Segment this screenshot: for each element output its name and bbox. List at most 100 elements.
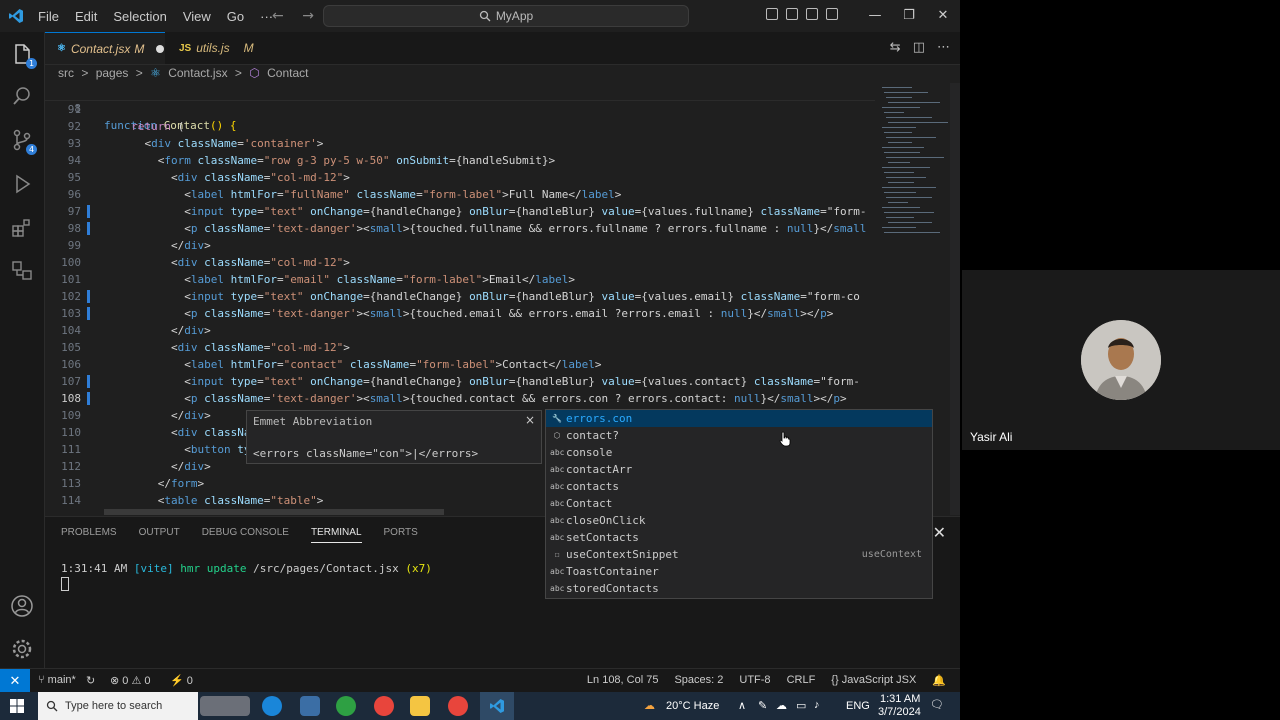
vscode-taskbar-icon[interactable]: [480, 692, 514, 720]
menu-go[interactable]: Go: [219, 9, 252, 24]
code-line[interactable]: 105 <div className="col-md-12">: [45, 339, 875, 356]
tab-ports[interactable]: PORTS: [384, 527, 418, 543]
encoding[interactable]: UTF-8: [739, 674, 770, 687]
suggestion-item[interactable]: ⬡ contact?: [546, 427, 932, 444]
code-line[interactable]: 95 <div className="col-md-12">: [45, 169, 875, 186]
more-actions-icon[interactable]: ⋯: [937, 40, 950, 55]
code-line[interactable]: 102 <input type="text" onChange={handleC…: [45, 288, 875, 305]
code-line[interactable]: 107 <input type="text" onChange={handleC…: [45, 373, 875, 390]
settings-gear-icon[interactable]: [10, 637, 34, 661]
suggestion-item[interactable]: abc storedContacts: [546, 580, 932, 597]
run-debug-icon[interactable]: [10, 172, 34, 196]
horizontal-scrollbar[interactable]: [104, 509, 444, 515]
search-icon[interactable]: [10, 84, 34, 108]
suggestion-item[interactable]: abc contactArr: [546, 461, 932, 478]
close-window-button[interactable]: ✕: [926, 0, 960, 32]
problems-indicator[interactable]: ⊗ 0 ⚠ 0: [110, 674, 150, 687]
indentation[interactable]: Spaces: 2: [674, 674, 723, 687]
tab-terminal[interactable]: TERMINAL: [310, 527, 362, 543]
notifications-bell-icon[interactable]: 🔔: [932, 674, 946, 687]
code-line[interactable]: 98 <p className='text-danger'><small>{to…: [45, 220, 875, 237]
split-editor-icon[interactable]: ◫: [913, 40, 925, 55]
breadcrumb-pages[interactable]: pages: [96, 66, 129, 80]
back-arrow-icon[interactable]: ←: [272, 8, 284, 24]
cursor-position[interactable]: Ln 108, Col 75: [587, 674, 659, 687]
clock-date[interactable]: 3/7/2024: [878, 706, 921, 718]
remote-indicator-icon[interactable]: ✕: [0, 669, 30, 692]
code-line[interactable]: 92 return (: [45, 118, 875, 135]
explorer-icon[interactable]: 1: [10, 42, 37, 69]
ports-indicator[interactable]: ⚡ 0: [170, 674, 193, 687]
command-center-search[interactable]: MyApp: [323, 5, 689, 27]
volume-icon[interactable]: ♪: [814, 699, 820, 711]
edge-browser-icon[interactable]: [262, 696, 282, 716]
code-line[interactable]: 108 <p className='text-danger'><small>{t…: [45, 390, 875, 407]
suggestion-item[interactable]: abc contacts: [546, 478, 932, 495]
end-of-line[interactable]: CRLF: [787, 674, 816, 687]
suggestion-item[interactable]: abc console: [546, 444, 932, 461]
notification-center-icon[interactable]: 🗨: [930, 698, 944, 711]
chrome-icon[interactable]: [374, 696, 394, 716]
close-panel-icon[interactable]: ✕: [933, 523, 946, 542]
open-changes-icon[interactable]: ⇆: [890, 40, 901, 55]
menu-view[interactable]: View: [175, 9, 219, 24]
code-line[interactable]: 96 <label htmlFor="fullName" className="…: [45, 186, 875, 203]
cloud-icon[interactable]: ☁: [776, 699, 787, 712]
breadcrumb-src[interactable]: src: [58, 66, 74, 80]
tab-output[interactable]: OUTPUT: [139, 527, 180, 543]
toggle-secondary-sidebar-icon[interactable]: [806, 8, 818, 20]
breadcrumb-symbol[interactable]: Contact: [267, 66, 308, 80]
forward-arrow-icon[interactable]: →: [302, 8, 314, 24]
close-icon[interactable]: ×: [525, 413, 535, 427]
menu-edit[interactable]: Edit: [67, 9, 105, 24]
vertical-scrollbar[interactable]: [950, 83, 960, 515]
tab-contact-jsx[interactable]: ⚛ Contact.jsx M: [45, 32, 165, 64]
code-line[interactable]: 91: [45, 101, 875, 118]
customize-layout-icon[interactable]: [826, 8, 838, 20]
remote-explorer-icon[interactable]: [10, 258, 34, 282]
suggestion-item[interactable]: abc setContacts: [546, 529, 932, 546]
sticky-scroll-line[interactable]: 8 function Contact() {: [45, 83, 875, 132]
unsaved-dot-icon[interactable]: [156, 44, 165, 53]
maximize-button[interactable]: ❐: [892, 0, 926, 32]
tray-chevron-icon[interactable]: ∧: [738, 699, 746, 712]
suggestion-item[interactable]: ☐ useContextSnippet useContext: [546, 546, 932, 563]
network-icon[interactable]: ▭: [796, 699, 806, 712]
suggestion-item[interactable]: abc ToastContainer: [546, 563, 932, 580]
code-line[interactable]: 93 <div className='container'>: [45, 135, 875, 152]
code-line[interactable]: 100 <div className="col-md-12">: [45, 254, 875, 271]
terminal-output[interactable]: 1:31:41 AM [vite] hmr update /src/pages/…: [61, 562, 432, 575]
windows-start-icon[interactable]: [10, 699, 24, 713]
suggestion-item[interactable]: abc Contact: [546, 495, 932, 512]
folder-icon[interactable]: [410, 696, 430, 716]
code-line[interactable]: 97 <input type="text" onChange={handleCh…: [45, 203, 875, 220]
code-line[interactable]: 101 <label htmlFor="email" className="fo…: [45, 271, 875, 288]
git-branch[interactable]: ⑂ main*: [38, 674, 76, 686]
extensions-icon[interactable]: [10, 216, 34, 240]
taskbar-search-box[interactable]: Type here to search: [38, 692, 198, 720]
source-control-icon[interactable]: 4: [10, 128, 37, 155]
code-line[interactable]: 103 <p className='text-danger'><small>{t…: [45, 305, 875, 322]
search-highlight-image[interactable]: [200, 696, 250, 716]
code-line[interactable]: 106 <label htmlFor="contact" className="…: [45, 356, 875, 373]
breadcrumb-file[interactable]: Contact.jsx: [168, 66, 227, 80]
language-mode[interactable]: {} JavaScript JSX: [831, 674, 916, 687]
code-line[interactable]: 104 </div>: [45, 322, 875, 339]
toggle-primary-sidebar-icon[interactable]: [766, 8, 778, 20]
chrome-canary-icon[interactable]: [336, 696, 356, 716]
tab-debug-console[interactable]: DEBUG CONSOLE: [202, 527, 289, 543]
weather-text[interactable]: 20°C Haze: [666, 700, 719, 712]
menu-selection[interactable]: Selection: [105, 9, 174, 24]
code-line[interactable]: 94 <form className="row g-3 py-5 w-50" o…: [45, 152, 875, 169]
toggle-panel-icon[interactable]: [786, 8, 798, 20]
clock-time[interactable]: 1:31 AM: [880, 693, 920, 705]
tab-problems[interactable]: PROBLEMS: [61, 527, 117, 543]
sync-icon[interactable]: ↻: [86, 674, 95, 687]
account-icon[interactable]: [10, 594, 34, 618]
file-explorer-store-icon[interactable]: [300, 696, 320, 716]
code-line[interactable]: 99 </div>: [45, 237, 875, 254]
suggestion-item[interactable]: abc closeOnClick: [546, 512, 932, 529]
menu-file[interactable]: File: [30, 9, 67, 24]
tab-utils-js[interactable]: JS utils.js M: [167, 32, 279, 64]
minimize-button[interactable]: —: [858, 0, 892, 32]
